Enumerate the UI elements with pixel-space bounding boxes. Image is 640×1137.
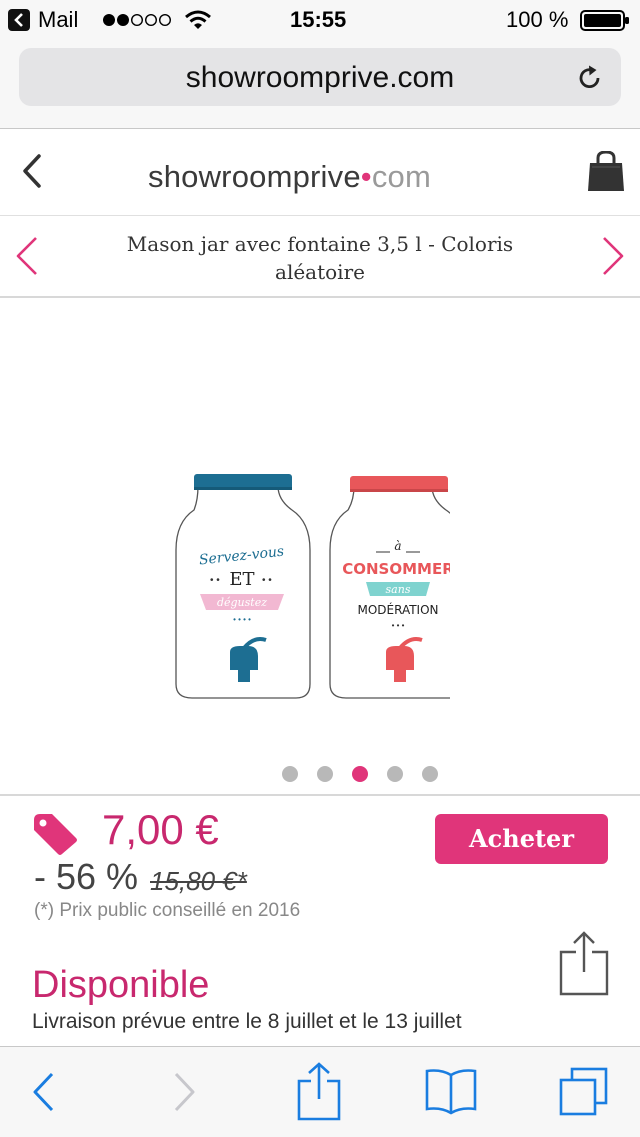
shopping-bag-icon[interactable] xyxy=(587,151,625,193)
jar-right-line1: à xyxy=(394,539,401,553)
svg-text:• • •: • • • xyxy=(392,621,405,630)
jar-right-line2: CONSOMMER xyxy=(342,560,450,578)
product-title: Mason jar avec fontaine 3,5 l - Coloris … xyxy=(126,232,514,284)
status-time: 15:55 xyxy=(290,7,347,32)
chevron-left-icon[interactable] xyxy=(20,153,44,189)
browser-forward-icon[interactable] xyxy=(170,1071,198,1113)
browser-toolbar xyxy=(0,1046,640,1137)
back-app-label[interactable]: Mail xyxy=(38,7,78,33)
previous-product-icon[interactable] xyxy=(14,236,40,276)
url-text[interactable]: showroomprive.com xyxy=(19,61,621,95)
price-footnote: (*) Prix public conseillé en 2016 xyxy=(34,900,301,921)
svg-text:• •: • • xyxy=(262,575,272,586)
logo-tld: com xyxy=(371,159,432,194)
price-section: 7,00 € Acheter - 56 % 15,80 €* (*) Prix … xyxy=(0,794,640,1048)
jar-left-line2: ET xyxy=(229,569,254,590)
share-icon[interactable] xyxy=(558,930,610,996)
back-to-app-icon[interactable] xyxy=(8,9,30,31)
logo-dot: • xyxy=(360,159,372,194)
tabs-icon[interactable] xyxy=(558,1067,610,1117)
status-bar: Mail 15:55 100 % xyxy=(0,0,640,40)
url-field[interactable]: showroomprive.com xyxy=(19,48,621,106)
carousel-dot-active[interactable] xyxy=(352,766,368,782)
carousel-dot[interactable] xyxy=(422,766,438,782)
battery-icon xyxy=(580,10,629,31)
carousel-dot[interactable] xyxy=(282,766,298,782)
jar-left-line3: dégustez xyxy=(217,596,267,609)
product-image-carousel[interactable]: Servez-vous ET • • • • dégustez • • • • … xyxy=(0,298,640,792)
site-header: showroomprive•com xyxy=(0,129,640,217)
battery-percentage: 100 % xyxy=(506,7,569,32)
price-tag-icon xyxy=(34,814,77,855)
next-product-icon[interactable] xyxy=(600,236,626,276)
wifi-icon xyxy=(185,10,211,29)
delivery-estimate: Livraison prévue entre le 8 juillet et l… xyxy=(32,1010,462,1033)
signal-strength-icon xyxy=(103,13,172,27)
jar-right: à CONSOMMER sans MODÉRATION • • • xyxy=(329,476,450,699)
jar-right-line4: MODÉRATION xyxy=(357,602,438,617)
bookmarks-icon[interactable] xyxy=(424,1067,478,1115)
availability-status: Disponible xyxy=(32,964,210,1006)
original-price: 15,80 €* xyxy=(150,866,247,896)
share-icon[interactable] xyxy=(296,1061,342,1121)
site-logo[interactable]: showroomprive•com xyxy=(148,159,431,195)
buy-button[interactable]: Acheter xyxy=(435,814,608,864)
jar-right-line3: sans xyxy=(386,583,411,596)
current-price: 7,00 € xyxy=(102,806,219,853)
svg-text:• • • •: • • • • xyxy=(233,615,251,624)
carousel-dot[interactable] xyxy=(387,766,403,782)
carousel-dot[interactable] xyxy=(317,766,333,782)
product-image: Servez-vous ET • • • • dégustez • • • • … xyxy=(175,474,450,699)
browser-back-icon[interactable] xyxy=(30,1071,58,1113)
svg-text:• •: • • xyxy=(210,575,220,586)
product-title-bar: Mason jar avec fontaine 3,5 l - Coloris … xyxy=(0,216,640,298)
discount-percentage: - 56 % xyxy=(34,856,139,897)
reload-icon[interactable] xyxy=(576,64,604,92)
logo-main: showroomprive xyxy=(148,159,361,194)
jar-left: Servez-vous ET • • • • dégustez • • • • xyxy=(175,474,311,699)
safari-address-bar: showroomprive.com xyxy=(0,40,640,129)
